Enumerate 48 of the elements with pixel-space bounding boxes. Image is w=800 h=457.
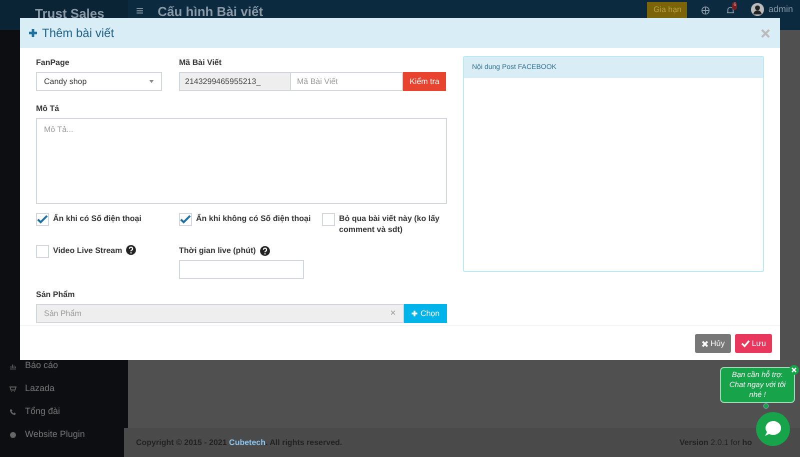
field-label: Thời gian live (phút) [179,245,256,257]
sidebar-item[interactable]: Báo cáo [0,354,128,377]
field-label: Mã Bài Viết [179,57,223,69]
field-label: Mô Tả [36,103,60,115]
renew-button[interactable]: Gia hạn [647,2,688,18]
choose-button[interactable]: Chọn [404,304,447,323]
plus-icon [411,310,418,317]
checkbox[interactable] [322,213,335,226]
checkbox[interactable] [36,213,49,226]
save-button[interactable]: Lưu [734,334,772,353]
avatar-icon[interactable] [751,3,764,16]
close-icon [700,340,708,348]
phone-icon [9,408,17,416]
live-time-input[interactable] [179,260,304,279]
field-label: FanPage [36,57,70,69]
user-name[interactable]: admin [768,3,793,16]
option-label[interactable]: Video Live Stream [53,245,122,257]
chat-button[interactable] [755,403,791,447]
sidebar-item[interactable]: Lazada [0,377,128,400]
cart-icon [9,384,17,392]
post-id-input[interactable]: Mã Bài Viết [291,72,403,91]
check-button[interactable]: Kiểm tra [403,72,446,91]
company-link[interactable]: Cubetech [229,438,266,446]
check-icon [740,339,750,348]
option-label[interactable]: Ẩn khi có Số điện thoại [53,213,142,224]
modal-title: Thêm bài viết [42,25,114,42]
bell-icon[interactable] [726,5,736,15]
menu-toggle[interactable]: ≡ [136,1,144,20]
sidebar-item[interactable]: Tổng đài [0,400,128,423]
clear-button[interactable]: × [390,306,396,321]
close-icon[interactable] [789,365,799,375]
field-label: Sản Phẩm [36,289,76,301]
plus-icon [28,28,38,38]
chart-icon [9,362,17,370]
page-title: Cấu hình Bài viết [158,3,264,21]
post-id-prefix: 2143299465955213_ [179,72,291,91]
sidebar-item[interactable]: Website Plugin [0,423,128,446]
caret-icon [149,80,154,83]
checkbox[interactable] [36,245,49,258]
description-textarea[interactable]: Mô Tả... [36,118,447,204]
help-icon[interactable] [126,245,136,255]
fanpage-select[interactable]: Candy shop [36,72,162,91]
help-icon[interactable] [260,246,270,256]
option-label[interactable]: Bỏ qua bài viết này (ko lấy comment và sdt) [339,213,447,235]
checkbox[interactable] [179,213,192,226]
option-label[interactable]: Ẩn khi không có Số điện thoại [196,213,311,224]
product-field[interactable]: Sản Phẩm × [36,304,404,323]
cancel-button[interactable]: Hủy [694,334,731,353]
